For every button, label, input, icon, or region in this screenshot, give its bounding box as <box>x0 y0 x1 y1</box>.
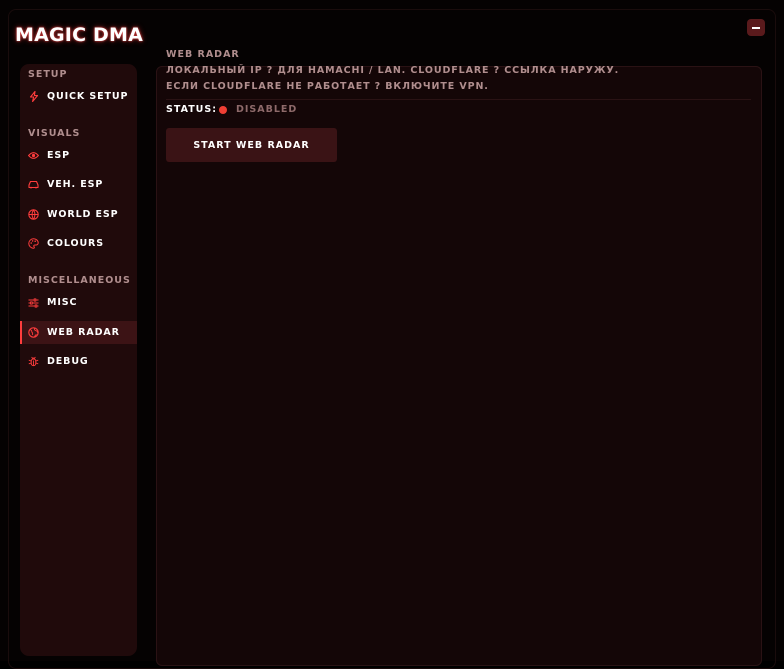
sidebar-section-miscellaneous: MISCELLANEOUS <box>28 275 131 286</box>
eye-icon <box>28 150 39 161</box>
bug-icon <box>28 356 39 367</box>
sidebar-item-label: WEB RADAR <box>47 327 120 338</box>
sidebar-item-debug[interactable]: DEBUG <box>20 350 137 373</box>
sidebar-item-label: ESP <box>47 150 70 161</box>
lightning-icon <box>28 91 39 102</box>
sidebar-item-label: MISC <box>47 297 78 308</box>
sidebar-item-web-radar[interactable]: WEB RADAR <box>20 321 137 344</box>
sidebar-item-quick-setup[interactable]: QUICK SETUP <box>20 85 137 108</box>
minimize-icon <box>752 26 760 29</box>
car-icon <box>28 179 39 190</box>
sidebar-section-visuals: VISUALS <box>28 128 81 139</box>
minimize-button[interactable] <box>747 19 765 36</box>
app-title: MAGIC DMA <box>15 24 144 46</box>
app-window: MAGIC DMA SETUP QUICK SETUP VISUALS ESP … <box>0 0 784 669</box>
status-indicator-dot <box>219 106 227 114</box>
palette-icon <box>28 238 39 249</box>
info-line: ЛОКАЛЬНЫЙ IP ? ДЛЯ HAMACHI / LAN. CLOUDF… <box>166 65 620 76</box>
sidebar-item-veh-esp[interactable]: VEH. ESP <box>20 173 137 196</box>
sidebar-item-colours[interactable]: COLOURS <box>20 232 137 255</box>
sidebar-item-label: WORLD ESP <box>47 209 119 220</box>
info-line: ЕСЛИ CLOUDFLARE НЕ РАБОТАЕТ ? ВКЛЮЧИТЕ V… <box>166 81 489 92</box>
status-value: DISABLED <box>236 104 298 115</box>
globe-icon <box>28 209 39 220</box>
web-globe-icon <box>28 327 39 338</box>
sidebar-section-setup: SETUP <box>28 69 68 80</box>
sidebar-item-label: COLOURS <box>47 238 105 249</box>
start-web-radar-button[interactable]: START WEB RADAR <box>166 128 337 162</box>
divider <box>166 99 751 100</box>
status-label: STATUS: <box>166 104 218 115</box>
sidebar-item-world-esp[interactable]: WORLD ESP <box>20 203 137 226</box>
sidebar-item-label: VEH. ESP <box>47 179 104 190</box>
sliders-icon <box>28 297 39 308</box>
sidebar-item-label: DEBUG <box>47 356 89 367</box>
sidebar: SETUP QUICK SETUP VISUALS ESP VEH. ESP W <box>20 64 137 656</box>
sidebar-item-esp[interactable]: ESP <box>20 144 137 167</box>
page-title: WEB RADAR <box>166 49 240 60</box>
sidebar-item-misc[interactable]: MISC <box>20 291 137 314</box>
sidebar-item-label: QUICK SETUP <box>47 91 129 102</box>
